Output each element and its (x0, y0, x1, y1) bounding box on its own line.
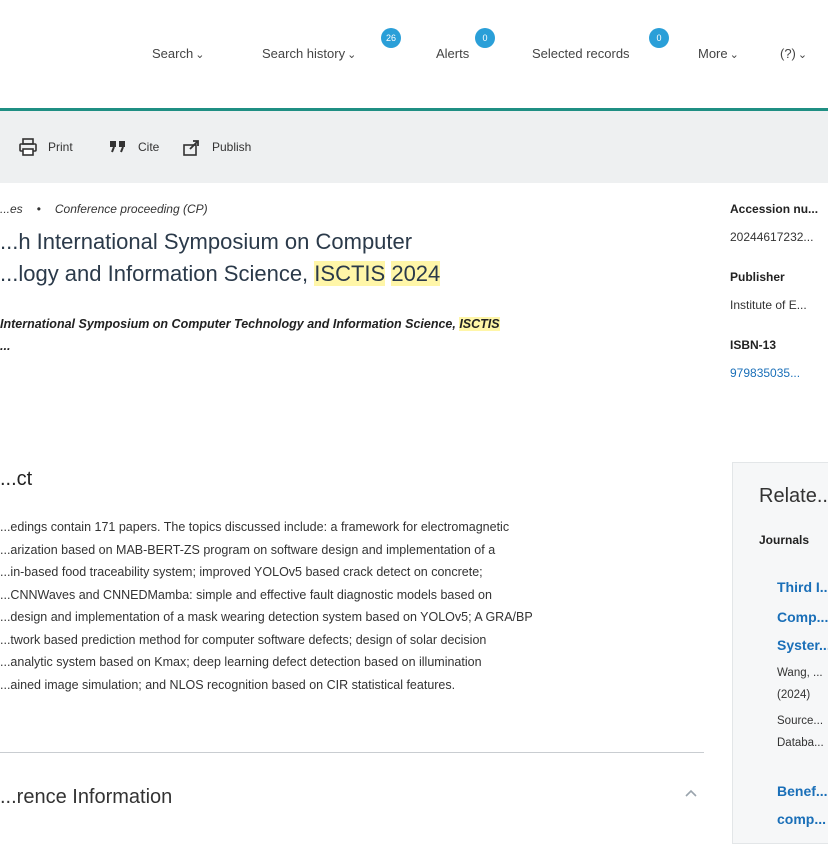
abstract-line: ...twork based prediction method for com… (0, 632, 487, 647)
chevron-down-icon: ⌄ (347, 49, 357, 61)
chevron-up-icon[interactable] (684, 786, 698, 800)
record-toolbar: Print Cite Publish (0, 111, 828, 183)
abstract-body: ...edings contain 171 papers. The topics… (0, 516, 700, 696)
abstract-line: ...ained image simulation; and NLOS reco… (0, 677, 456, 692)
abstract-line: ...CNNWaves and CNNEDMamba: simple and e… (0, 587, 492, 602)
search-history-count-badge: 26 (381, 28, 401, 48)
related-panel: Relate... Journals Third I... Comp... Sy… (732, 462, 828, 844)
record-title: ...h International Symposium on Computer… (0, 226, 470, 290)
related-item-link[interactable]: Syster... (777, 637, 828, 653)
printer-icon (18, 137, 38, 157)
print-button[interactable]: Print (18, 137, 73, 157)
abstract-heading: ...ct (0, 468, 33, 490)
source-line-1: International Symposium on Computer Tech… (0, 317, 460, 331)
nav-alerts-label: Alerts (436, 46, 470, 61)
abstract-line: ...edings contain 171 papers. The topics… (0, 520, 510, 534)
related-item-year: (2024) (777, 689, 811, 701)
isbn-link[interactable]: 979835035... (730, 366, 828, 380)
nav-alerts[interactable]: Alerts (436, 46, 469, 61)
isbn-label: ISBN-13 (730, 338, 777, 352)
selected-records-count-badge: 0 (649, 28, 669, 48)
title-highlight-acronym: ISCTIS (314, 261, 386, 286)
nav-search[interactable]: Search ⌄ (152, 46, 204, 61)
publisher-label: Publisher (730, 270, 785, 284)
chevron-down-icon: ⌄ (797, 49, 808, 61)
abstract-line: ...arization based on MAB-BERT-ZS progra… (0, 542, 496, 557)
title-line-2: ...logy and Information Science, (0, 261, 315, 286)
cite-label: Cite (138, 140, 160, 154)
print-label: Print (48, 140, 73, 154)
accession-number-label: Accession nu... (730, 202, 819, 216)
help-menu[interactable]: (?) ⌄ (780, 46, 807, 61)
related-item-link[interactable]: Comp... (777, 609, 828, 625)
source-line-2: ... (0, 339, 11, 353)
nav-more-label: More (698, 46, 728, 61)
related-item-link[interactable]: comp... (777, 811, 826, 827)
conference-information-heading[interactable]: ...rence Information (0, 786, 172, 809)
related-item-authors: Wang, ... (777, 667, 823, 679)
nav-search-label: Search (152, 46, 194, 61)
related-subheading: Journals (759, 533, 810, 547)
breadcrumb: ...es • Conference proceeding (CP) (0, 202, 208, 216)
source-title[interactable]: International Symposium on Computer Tech… (0, 313, 660, 357)
nav-search-history[interactable]: Search history ⌄ (262, 46, 356, 61)
nav-selected-records-label: Selected records (532, 46, 630, 61)
quote-icon (108, 137, 128, 157)
related-item-source: Source... (777, 715, 824, 727)
section-divider (0, 752, 704, 753)
chevron-down-icon: ⌄ (195, 49, 205, 61)
nav-selected-records[interactable]: Selected records (532, 46, 630, 61)
related-item-database: Databa... (777, 737, 824, 749)
breadcrumb-prev[interactable]: ...es (0, 202, 23, 216)
title-line-1: ...h International Symposium on Computer (0, 229, 413, 254)
share-icon (182, 137, 202, 157)
chevron-down-icon: ⌄ (729, 49, 739, 61)
related-item-link[interactable]: Benef... (777, 783, 828, 799)
related-item-link[interactable]: Third I... (777, 579, 828, 595)
title-highlight-year: 2024 (391, 261, 441, 286)
publish-button[interactable]: Publish (182, 137, 251, 157)
breadcrumb-current: Conference proceeding (CP) (54, 202, 208, 216)
nav-search-history-label: Search history (262, 46, 346, 61)
publisher-value: Institute of E... (730, 298, 807, 312)
nav-more[interactable]: More ⌄ (698, 46, 739, 61)
top-navigation: Search ⌄ Search history ⌄ 26 Alerts 0 Sele… (0, 0, 828, 108)
publish-label: Publish (212, 140, 252, 154)
alerts-count-badge: 0 (475, 28, 495, 48)
abstract-line: ...in-based food traceability system; im… (0, 565, 483, 579)
breadcrumb-separator: • (36, 202, 41, 216)
abstract-line: ...analytic system based on Kmax; deep l… (0, 655, 482, 669)
source-highlight: ISCTIS (459, 317, 500, 331)
cite-button[interactable]: Cite (108, 137, 159, 157)
abstract-line: ...design and implementation of a mask w… (0, 610, 533, 624)
accession-number-value: 20244617232... (730, 230, 814, 244)
help-icon: (?) (780, 46, 796, 61)
related-heading: Relate... (759, 485, 828, 507)
